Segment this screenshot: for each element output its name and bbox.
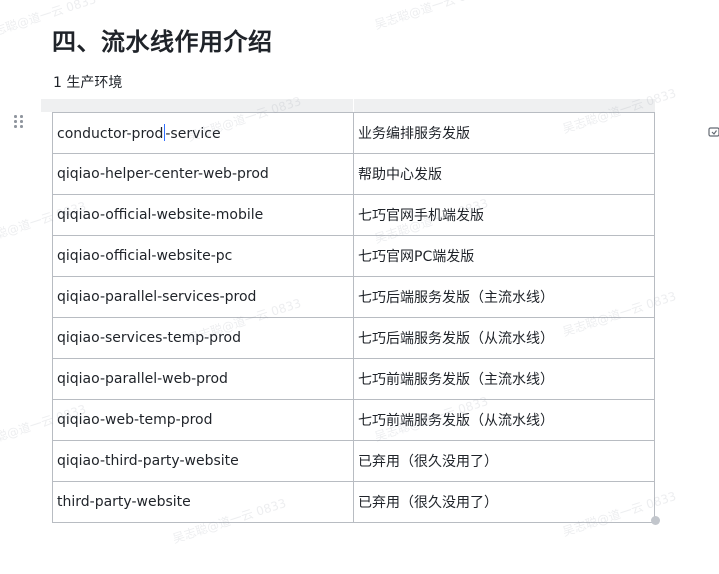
- pipeline-description-cell[interactable]: 七巧官网手机端发版: [353, 194, 655, 236]
- column-separator: [353, 99, 354, 112]
- pipeline-description-cell[interactable]: 已弃用（很久没用了）: [353, 481, 655, 523]
- pipeline-name-text: qiqiao-parallel-web-prod: [57, 371, 228, 387]
- pipeline-description-cell[interactable]: 七巧前端服务发版（从流水线）: [353, 399, 655, 441]
- table-row: qiqiao-parallel-web-prod 七巧前端服务发版（主流水线）: [52, 358, 655, 400]
- watermark-text: 吴志聪@道一云 0833: [372, 0, 490, 32]
- page-title: 四、流水线作用介绍: [52, 28, 273, 56]
- pipeline-name-text: qiqiao-parallel-services-prod: [57, 289, 257, 305]
- pipeline-description-text: 七巧后端服务发版（从流水线）: [358, 331, 554, 347]
- table-resize-handle[interactable]: [651, 516, 660, 525]
- table-row: qiqiao-official-website-mobile 七巧官网手机端发版: [52, 194, 655, 236]
- pipeline-name-cell[interactable]: qiqiao-third-party-website: [52, 440, 354, 482]
- pipeline-name-cell[interactable]: qiqiao-helper-center-web-prod: [52, 153, 354, 195]
- pipeline-name-cell[interactable]: qiqiao-services-temp-prod: [52, 317, 354, 359]
- pipeline-name-cell[interactable]: conductor-prod -service: [52, 112, 354, 154]
- pipeline-description-text: 帮助中心发版: [358, 167, 442, 183]
- pipeline-name-cell[interactable]: third-party-website: [52, 481, 354, 523]
- table-row: qiqiao-official-website-pc 七巧官网PC端发版: [52, 235, 655, 277]
- pipeline-name-text: third-party-website: [57, 494, 191, 510]
- table-row: conductor-prod -service 业务编排服务发版: [52, 112, 655, 154]
- table-row: qiqiao-services-temp-prod 七巧后端服务发版（从流水线）: [52, 317, 655, 359]
- pipeline-description-cell[interactable]: 已弃用（很久没用了）: [353, 440, 655, 482]
- pipeline-description-text: 已弃用（很久没用了）: [358, 495, 498, 511]
- pipeline-description-text: 七巧前端服务发版（主流水线）: [358, 372, 554, 388]
- pipeline-name-text: qiqiao-official-website-pc: [57, 248, 233, 264]
- pipeline-name-text: conductor-prod: [57, 126, 164, 142]
- table-column-header-bar[interactable]: [41, 99, 655, 112]
- pipeline-name-cell[interactable]: qiqiao-parallel-services-prod: [52, 276, 354, 318]
- pipeline-description-cell[interactable]: 帮助中心发版: [353, 153, 655, 195]
- pipeline-description-cell[interactable]: 业务编排服务发版: [353, 112, 655, 154]
- pipeline-name-text: qiqiao-services-temp-prod: [57, 330, 241, 346]
- pipeline-name-cell[interactable]: qiqiao-official-website-pc: [52, 235, 354, 277]
- section-label: 1 生产环境: [53, 75, 123, 91]
- pipeline-name-text: qiqiao-helper-center-web-prod: [57, 166, 269, 182]
- table-row: qiqiao-parallel-services-prod 七巧后端服务发版（主流…: [52, 276, 655, 318]
- pipeline-description-cell[interactable]: 七巧官网PC端发版: [353, 235, 655, 277]
- pipeline-name-text: qiqiao-official-website-mobile: [57, 207, 264, 223]
- table-row: qiqiao-web-temp-prod 七巧前端服务发版（从流水线）: [52, 399, 655, 441]
- pipeline-description-text: 业务编排服务发版: [358, 126, 470, 142]
- pipeline-description-cell[interactable]: 七巧后端服务发版（主流水线）: [353, 276, 655, 318]
- pipeline-name-text: qiqiao-third-party-website: [57, 453, 239, 469]
- pipeline-name-text: qiqiao-web-temp-prod: [57, 412, 213, 428]
- comment-add-icon[interactable]: [708, 124, 719, 137]
- pipeline-name-cell[interactable]: qiqiao-parallel-web-prod: [52, 358, 354, 400]
- pipeline-description-text: 七巧官网PC端发版: [358, 249, 475, 265]
- pipeline-description-text: 七巧前端服务发版（从流水线）: [358, 413, 554, 429]
- pipeline-name-cell[interactable]: qiqiao-official-website-mobile: [52, 194, 354, 236]
- pipeline-table: conductor-prod -service 业务编排服务发版 qiqiao-hel…: [52, 112, 655, 523]
- pipeline-table-container: conductor-prod -service 业务编排服务发版 qiqiao-hel…: [41, 112, 655, 523]
- pipeline-description-text: 七巧官网手机端发版: [358, 208, 484, 224]
- pipeline-name-cell[interactable]: qiqiao-web-temp-prod: [52, 399, 354, 441]
- pipeline-description-text: 已弃用（很久没用了）: [358, 454, 498, 470]
- pipeline-name-text: -service: [165, 126, 221, 142]
- drag-handle-icon[interactable]: [14, 115, 24, 129]
- pipeline-description-text: 七巧后端服务发版（主流水线）: [358, 290, 554, 306]
- pipeline-description-cell[interactable]: 七巧后端服务发版（从流水线）: [353, 317, 655, 359]
- pipeline-description-cell[interactable]: 七巧前端服务发版（主流水线）: [353, 358, 655, 400]
- table-row: third-party-website 已弃用（很久没用了）: [52, 481, 655, 523]
- table-row: qiqiao-helper-center-web-prod 帮助中心发版: [52, 153, 655, 195]
- table-row: qiqiao-third-party-website 已弃用（很久没用了）: [52, 440, 655, 482]
